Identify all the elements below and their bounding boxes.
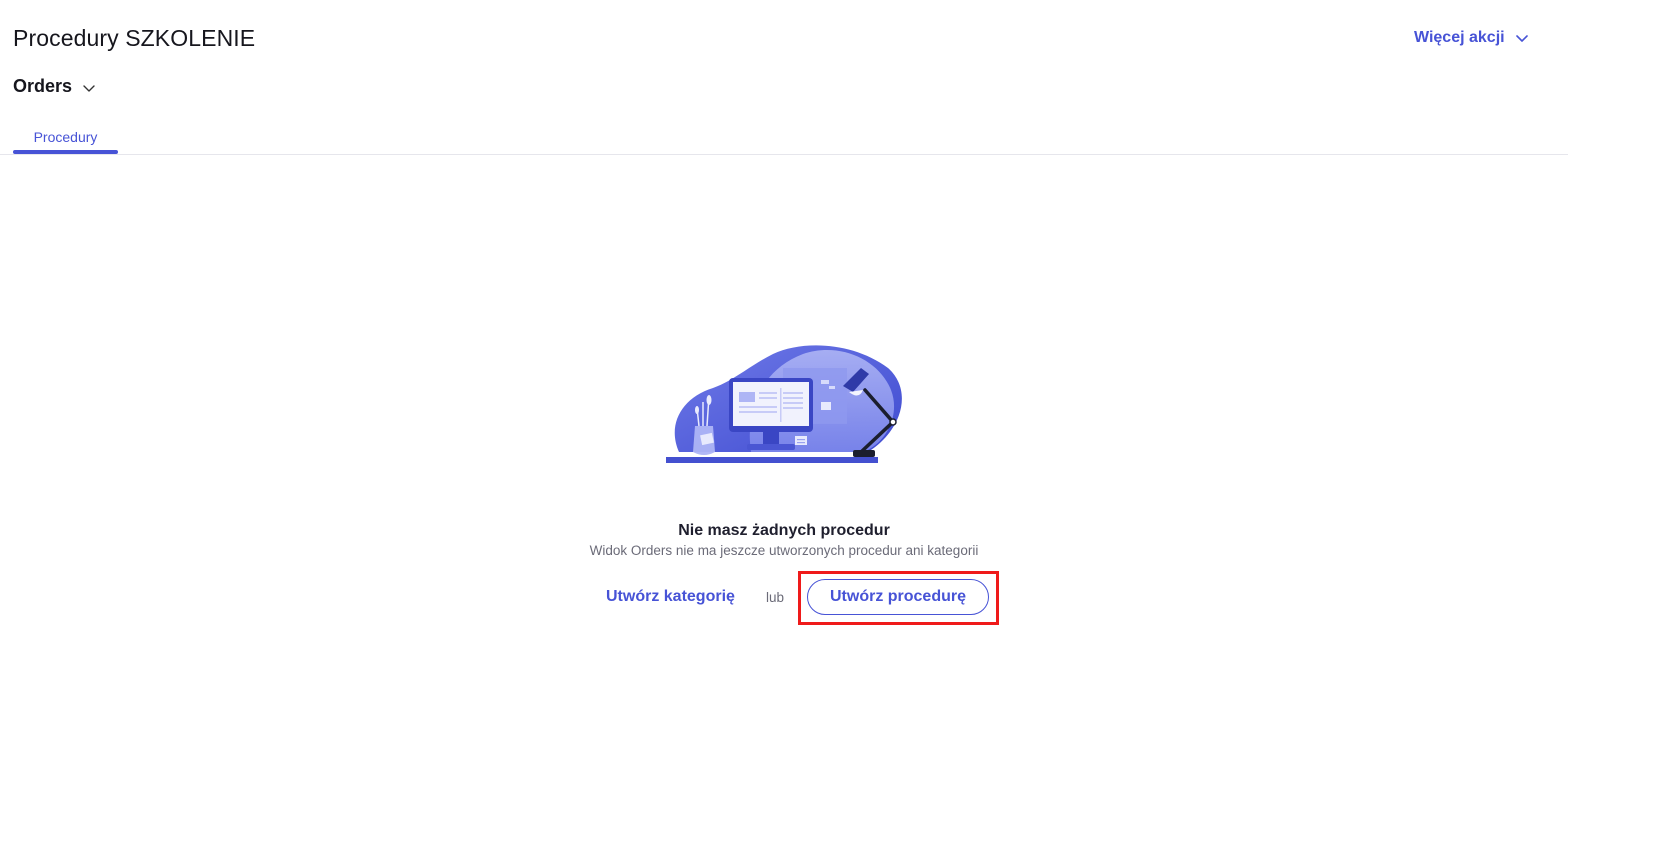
- or-separator: lub: [766, 590, 785, 605]
- active-tab-indicator: [13, 150, 118, 154]
- view-selector[interactable]: Orders: [13, 76, 96, 97]
- page-title: Procedury SZKOLENIE: [13, 25, 256, 51]
- more-actions-label: Więcej akcji: [1414, 29, 1505, 46]
- view-selector-label: Orders: [13, 76, 73, 96]
- empty-state-illustration: [666, 345, 902, 463]
- create-procedure-button[interactable]: Utwórz procedurę: [807, 579, 989, 615]
- page: Procedury SZKOLENIE Więcej akcji Orders …: [0, 0, 1661, 849]
- create-category-link[interactable]: Utwórz kategorię: [606, 588, 735, 606]
- chevron-down-icon: [83, 84, 95, 92]
- tab-procedury[interactable]: Procedury: [13, 120, 118, 154]
- tab-bar: Procedury: [0, 120, 1568, 155]
- tab-label: Procedury: [33, 129, 98, 145]
- empty-state-subtitle: Widok Orders nie ma jeszcze utworzonych …: [589, 543, 979, 558]
- more-actions-button[interactable]: Więcej akcji: [1414, 29, 1529, 47]
- chevron-down-icon: [1515, 35, 1528, 42]
- empty-state-title: Nie masz żadnych procedur: [678, 522, 890, 539]
- create-procedure-label: Utwórz procedurę: [829, 588, 966, 605]
